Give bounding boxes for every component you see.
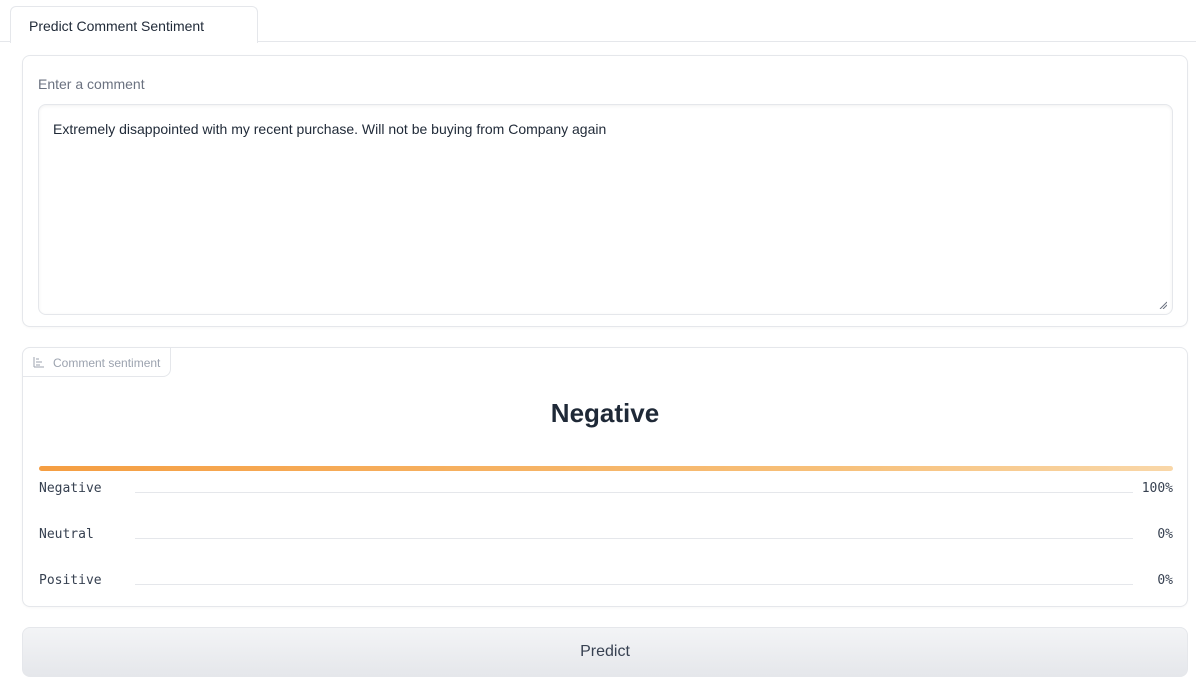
tab-predict-comment-sentiment[interactable]: Predict Comment Sentiment (10, 6, 258, 43)
predict-button[interactable]: Predict (22, 627, 1188, 677)
confidence-divider (135, 492, 1133, 493)
output-label-text: Comment sentiment (53, 356, 161, 370)
confidence-divider (135, 538, 1133, 539)
comment-input-block: Enter a comment Extremely disappointed w… (22, 55, 1188, 327)
confidence-label: Negative (39, 481, 102, 496)
comment-textarea-value[interactable]: Extremely disappointed with my recent pu… (53, 121, 606, 137)
predicted-label: Negative (550, 398, 660, 428)
comment-input-label: Enter a comment (38, 76, 145, 92)
confidence-label: Positive (39, 573, 102, 588)
confidence-value: 100% (1141, 481, 1173, 496)
confidence-value: 0% (1157, 573, 1173, 588)
comment-textarea[interactable]: Extremely disappointed with my recent pu… (38, 104, 1173, 315)
output-label-badge: Comment sentiment (22, 347, 172, 377)
tab-bar: Predict Comment Sentiment (0, 0, 1196, 43)
sentiment-output-block: Comment sentiment Negative Negative 100% N… (22, 347, 1188, 607)
resize-grip-icon[interactable] (1159, 301, 1167, 309)
confidence-label: Neutral (39, 527, 94, 542)
bar-chart-icon (33, 357, 44, 368)
confidence-divider (135, 584, 1133, 585)
confidence-value: 0% (1157, 527, 1173, 542)
confidence-bar-fill (39, 466, 1173, 471)
